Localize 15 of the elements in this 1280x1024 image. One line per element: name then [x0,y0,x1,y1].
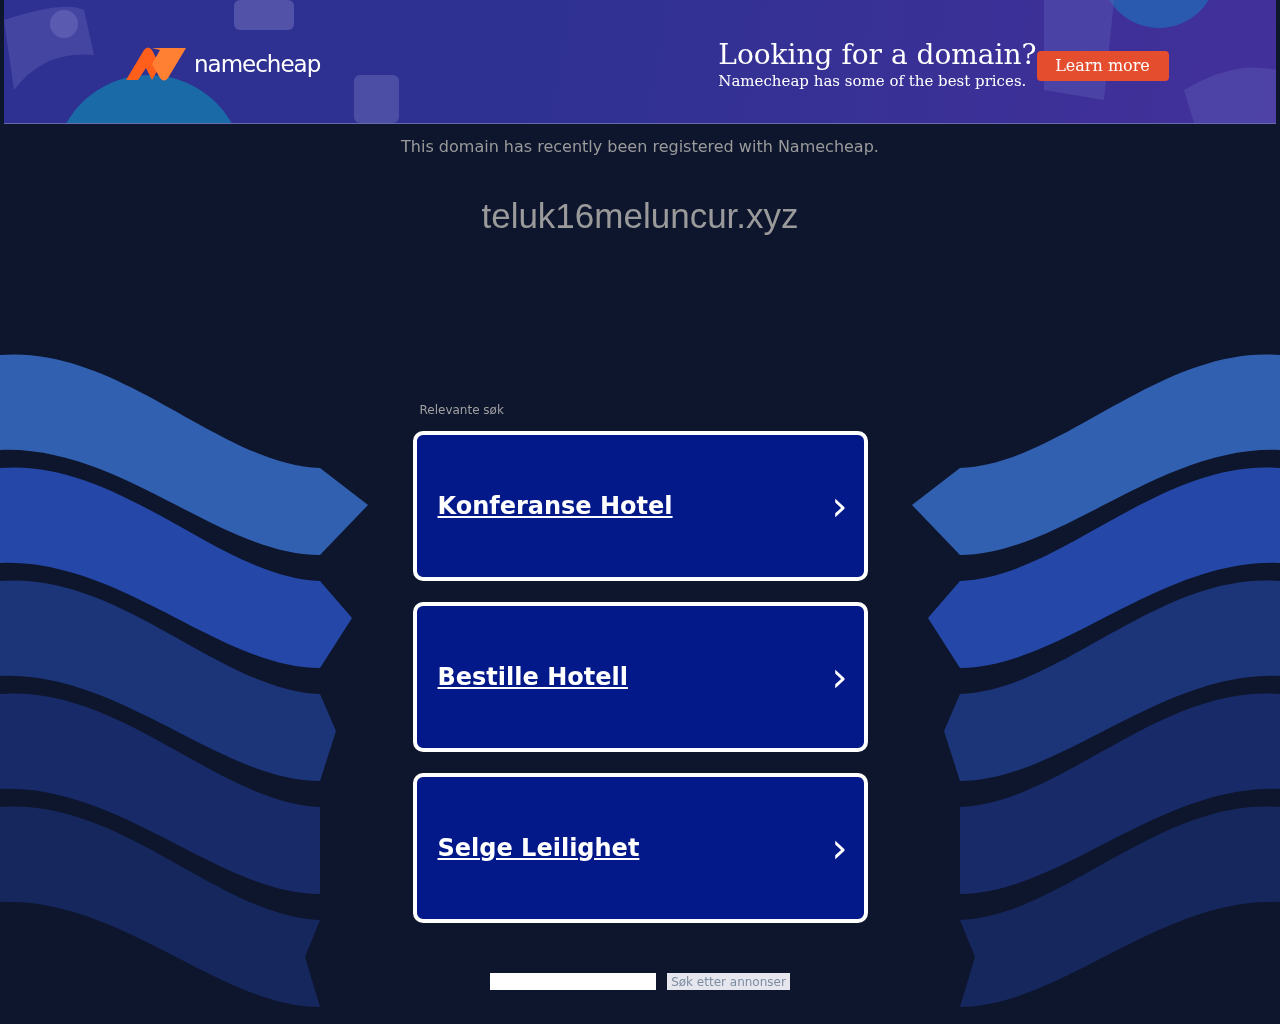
ad-subline: Namecheap has some of the best prices. [718,71,1028,90]
domain-name: teluk16meluncur.xyz [480,196,800,236]
logo-text: namecheap [194,50,321,77]
chevron-icon: › [831,657,848,697]
section-label: Relevante søk [419,403,505,417]
learn-more-button[interactable]: Learn more [1036,50,1169,81]
chevron-icon: › [831,828,848,868]
notice-text: This domain has recently been registered with Namecheap. [400,137,880,156]
search-link[interactable]: Selge Leilighet › [412,773,868,923]
search-link[interactable]: Bestille Hotell › [412,602,868,752]
logo-icon [124,45,188,82]
search-field[interactable] [490,973,657,990]
ad-headline: Looking for a domain? [718,37,1037,72]
chevron-icon: › [831,486,848,526]
search-link[interactable]: Konferanse Hotel › [412,431,868,581]
